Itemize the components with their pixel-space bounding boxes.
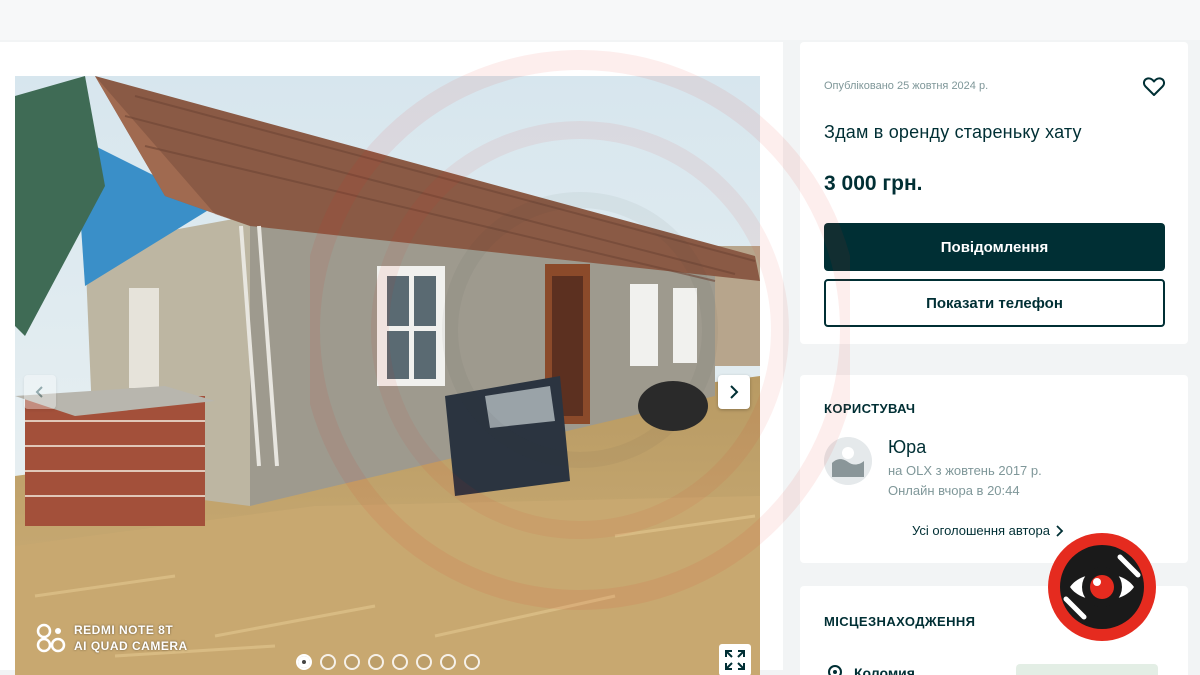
photo-dot[interactable] bbox=[344, 654, 360, 670]
seller-member-since: на OLX з жовтень 2017 р. bbox=[888, 463, 1042, 478]
camera-lenses-icon bbox=[36, 623, 66, 653]
ad-details-card: Опубліковано 25 жовтня 2024 р. Здам в ор… bbox=[800, 42, 1188, 344]
photo-dot[interactable] bbox=[320, 654, 336, 670]
avatar[interactable] bbox=[824, 437, 872, 485]
location-city: Коломия bbox=[854, 665, 915, 675]
expand-icon bbox=[725, 650, 745, 670]
heart-icon bbox=[1142, 77, 1166, 96]
published-date: Опубліковано 25 жовтня 2024 р. bbox=[824, 80, 989, 92]
message-button[interactable]: Повідомлення bbox=[824, 223, 1165, 271]
previous-photo-button[interactable] bbox=[24, 375, 56, 409]
photo-dot[interactable] bbox=[416, 654, 432, 670]
camera-model-text: REDMI NOTE 8T bbox=[74, 623, 174, 637]
next-photo-button[interactable] bbox=[718, 375, 750, 409]
camera-type-text: AI QUAD CAMERA bbox=[74, 639, 188, 653]
seller-last-online: Онлайн вчора в 20:44 bbox=[888, 483, 1020, 498]
top-bar bbox=[0, 0, 1200, 40]
all-seller-ads-link[interactable]: Усі оголошення автора bbox=[912, 523, 1064, 538]
listing-photo[interactable] bbox=[15, 76, 760, 675]
photo-dot[interactable] bbox=[440, 654, 456, 670]
seller-name[interactable]: Юра bbox=[888, 437, 926, 458]
ad-price: 3 000 грн. bbox=[824, 172, 923, 195]
seller-heading: КОРИСТУВАЧ bbox=[824, 401, 916, 416]
house-photo-illustration bbox=[15, 76, 760, 675]
photo-dot[interactable] bbox=[464, 654, 480, 670]
location-pin-icon bbox=[828, 665, 842, 675]
chevron-left-icon bbox=[35, 386, 43, 398]
fullscreen-button[interactable] bbox=[719, 644, 751, 675]
camera-watermark: REDMI NOTE 8T AI QUAD CAMERA bbox=[36, 622, 188, 654]
show-phone-button[interactable]: Показати телефон bbox=[824, 279, 1165, 327]
photo-dot[interactable] bbox=[368, 654, 384, 670]
photo-dot[interactable] bbox=[296, 654, 312, 670]
location-row: Коломия bbox=[826, 664, 915, 675]
user-avatar-icon bbox=[824, 437, 872, 485]
photo-dot[interactable] bbox=[392, 654, 408, 670]
eye-logo-icon bbox=[1048, 533, 1156, 641]
ad-title: Здам в оренду стареньку хату bbox=[824, 122, 1082, 142]
map-thumbnail[interactable] bbox=[1016, 664, 1158, 675]
photo-pagination bbox=[296, 654, 480, 670]
chevron-right-icon bbox=[730, 385, 739, 399]
favorite-button[interactable] bbox=[1142, 74, 1166, 98]
photo-gallery: REDMI NOTE 8T AI QUAD CAMERA bbox=[0, 42, 783, 675]
all-seller-ads-label: Усі оголошення автора bbox=[912, 523, 1050, 538]
location-heading: МІСЦЕЗНАХОДЖЕННЯ bbox=[824, 614, 976, 629]
